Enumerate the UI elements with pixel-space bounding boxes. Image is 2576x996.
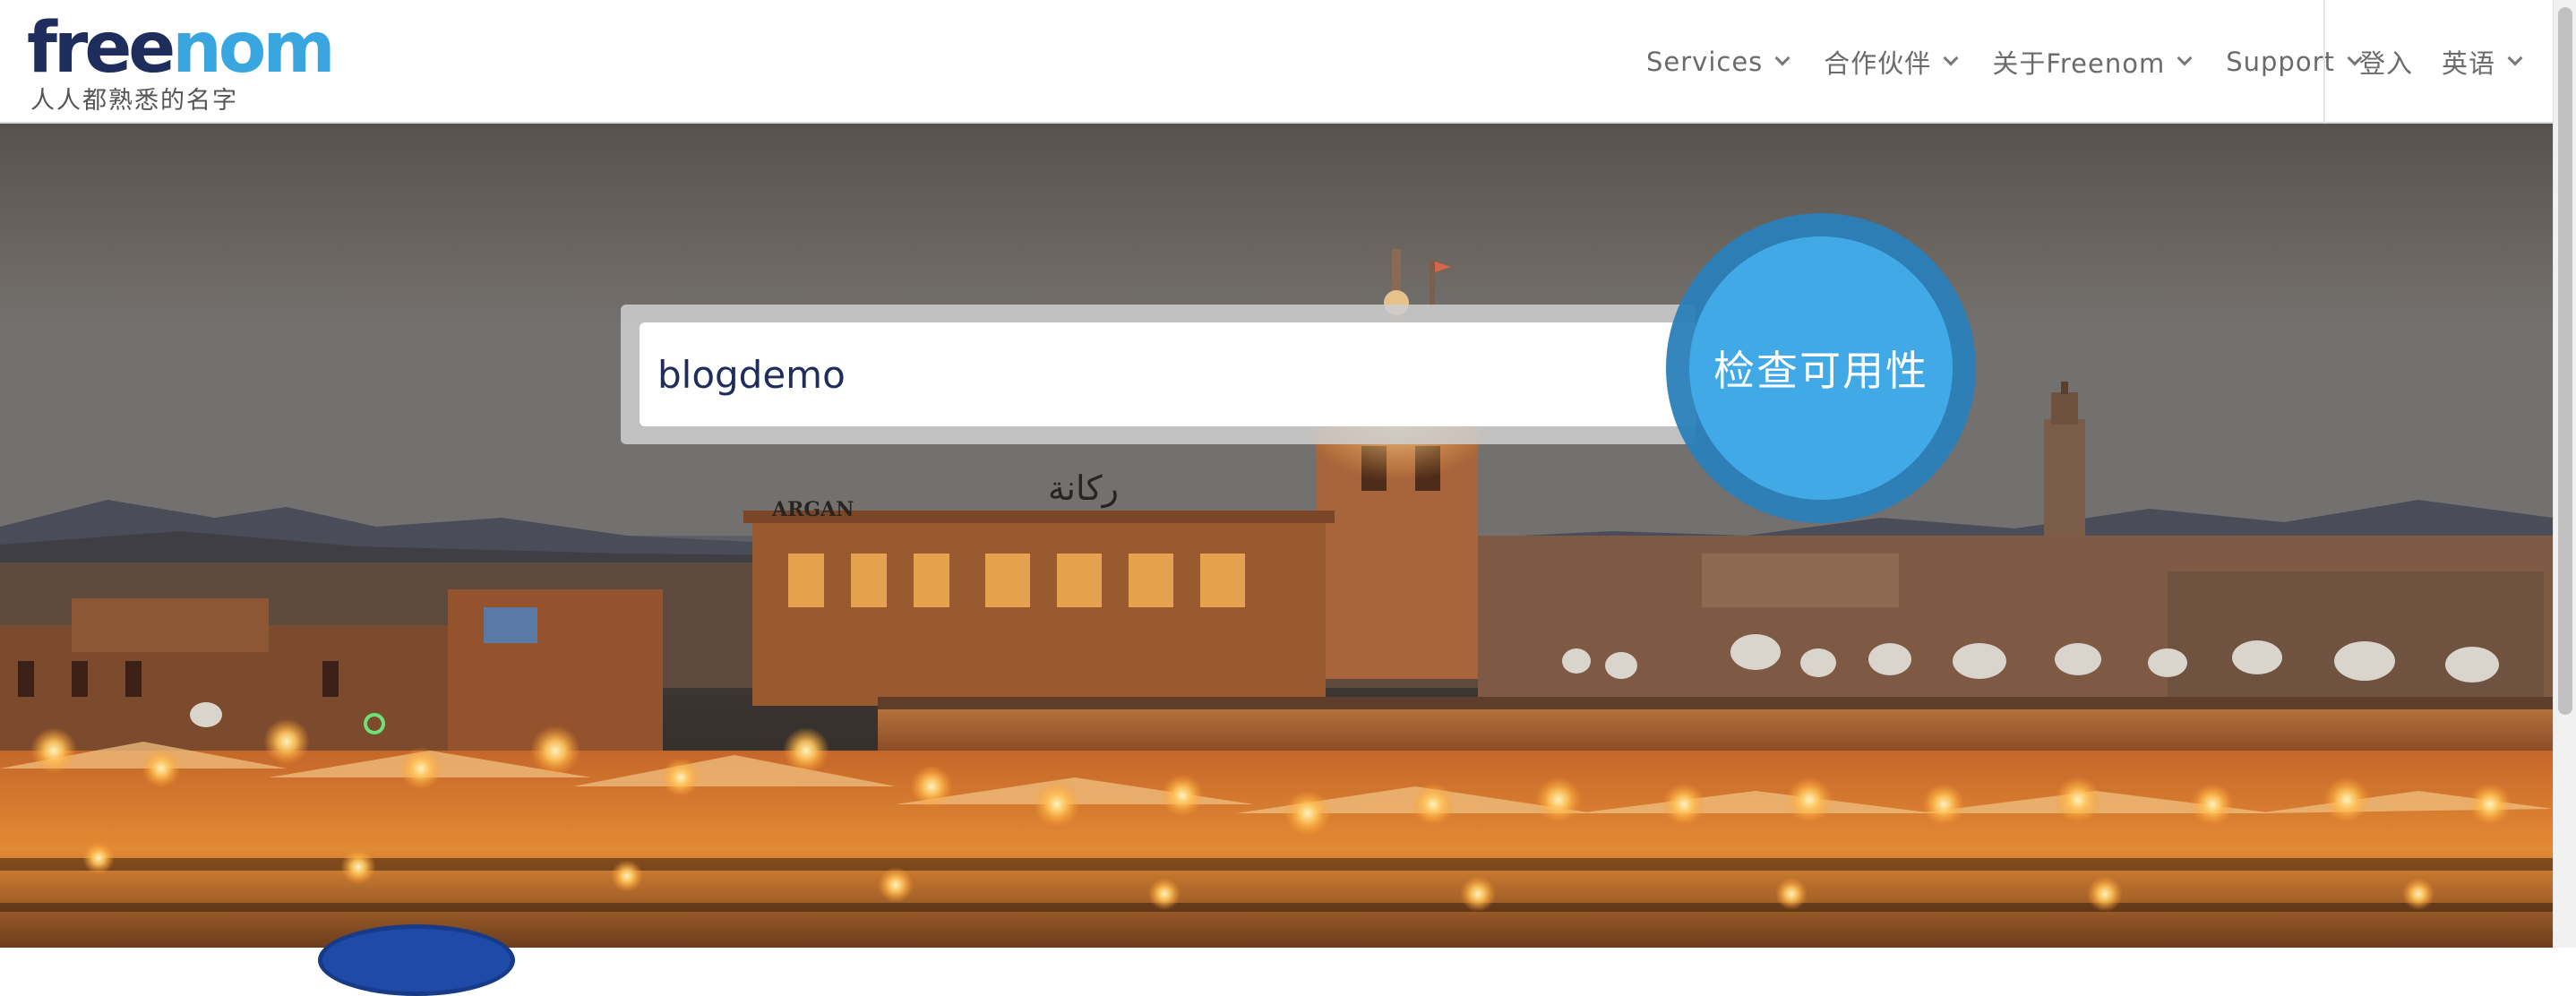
badge-graphic-peek [318,924,515,996]
chevron-down-icon [2507,50,2523,66]
domain-search-input[interactable] [640,322,1696,426]
arabic-sign: ركانة [1048,468,1119,509]
check-availability-label: 检查可用性 [1713,347,1928,395]
chevron-down-icon [1774,50,1790,66]
nav-partners[interactable]: 合作伙伴 [1824,43,1959,81]
freenom-logo[interactable]: freenom 人人都熟悉的名字 [27,13,336,115]
nav-support[interactable]: Support [2226,47,2363,77]
nav-about[interactable]: 关于Freenom [1992,43,2193,81]
vertical-scrollbar[interactable] [2553,0,2576,948]
hero-banner: ARGAN ركانة [0,124,2553,948]
nav-support-label: Support [2226,47,2335,77]
nav-divider [2323,0,2325,124]
logo-part-nom: nom [172,8,335,89]
hero-cityscape-image: ARGAN ركانة [0,124,2553,948]
language-label: 英语 [2442,48,2496,79]
nav-about-label: 关于Freenom [1992,48,2166,79]
nav-partners-label: 合作伙伴 [1824,48,1932,79]
nav-services[interactable]: Services [1646,47,1790,77]
check-availability-button[interactable]: 检查可用性 [1689,236,1953,500]
scrollbar-thumb[interactable] [2558,7,2572,715]
login-link[interactable]: 登入 [2359,43,2413,81]
argan-sign: ARGAN [771,498,854,521]
main-nav: Services 合作伙伴 关于Freenom Support [1646,0,2396,124]
chevron-down-icon [2177,50,2193,66]
account-nav: 登入 英语 [2359,0,2549,124]
chevron-down-icon [1943,50,1959,66]
site-header: freenom 人人都熟悉的名字 Services 合作伙伴 关于Freenom… [0,0,2553,124]
login-label: 登入 [2359,48,2414,79]
logo-part-free: free [27,8,176,89]
language-selector[interactable]: 英语 [2442,43,2523,81]
nav-services-label: Services [1646,47,1764,77]
logo-wordmark: freenom [27,13,336,84]
logo-tagline: 人人都熟悉的名字 [30,87,238,115]
